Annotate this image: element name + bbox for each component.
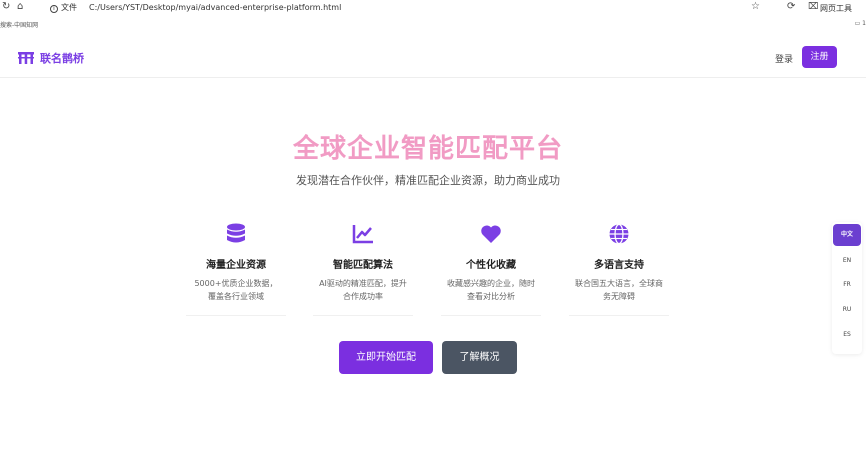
web-tools-menu[interactable]: 网页工具 (820, 3, 852, 14)
tools-icon[interactable]: ⌧ (808, 2, 818, 12)
reload-icon[interactable]: ↻ (2, 2, 10, 12)
register-button[interactable]: 注册 (802, 46, 837, 68)
language-switcher: 中文 EN FR RU ES (832, 222, 862, 354)
lang-option-fr[interactable]: FR (832, 281, 862, 288)
logo[interactable]: 联名鹊桥 (18, 50, 84, 66)
chart-line-icon (352, 225, 373, 244)
hero-subtitle: 发现潜在合作伙伴，精准匹配企业资源，助力商业成功 (296, 174, 560, 187)
start-matching-button[interactable]: 立即开始匹配 (339, 341, 433, 374)
lang-option-zh[interactable]: 中文 (833, 224, 861, 246)
feature-card: 智能匹配算法 AI驱动的精准匹配，提升合作成功率 (313, 222, 413, 316)
login-link[interactable]: 登录 (775, 52, 793, 65)
browser-toolbar: ↻ ⌂ i 文件 C:/Users/YST/Desktop/myai/advance… (0, 0, 866, 15)
feature-desc: 联合国五大语言，全球商务无障碍 (575, 279, 663, 301)
database-icon (227, 223, 245, 243)
feature-desc: 收藏感兴趣的企业，随时查看对比分析 (447, 279, 535, 301)
feature-title: 个性化收藏 (466, 260, 516, 271)
feature-list: 海量企业资源 5000+优质企业数据，覆盖各行业领域 智能匹配算法 AI驱动的精… (186, 222, 670, 318)
lang-option-ru[interactable]: RU (832, 306, 862, 313)
home-icon[interactable]: ⌂ (17, 2, 23, 12)
globe-icon (609, 223, 629, 245)
url-text[interactable]: C:/Users/YST/Desktop/myai/advanced-enter… (89, 3, 341, 12)
lang-option-es[interactable]: ES (832, 331, 862, 338)
bookmarks-bar: 搜索-中国知网 ▭ 1 (0, 16, 866, 30)
lang-option-en[interactable]: EN (832, 257, 862, 264)
address-bar[interactable]: i 文件 C:/Users/YST/Desktop/myai/advanced-en… (50, 3, 341, 13)
feature-card: 海量企业资源 5000+优质企业数据，覆盖各行业领域 (186, 222, 286, 316)
feature-title: 海量企业资源 (206, 260, 266, 271)
feature-title: 智能匹配算法 (333, 260, 393, 271)
file-label: 文件 (61, 3, 77, 12)
feature-card: 多语言支持 联合国五大语言，全球商务无障碍 (569, 222, 669, 316)
heart-icon (481, 225, 501, 243)
overview-button[interactable]: 了解概况 (442, 341, 517, 374)
extension-icon[interactable]: ⟳ (787, 2, 795, 12)
feature-card: 个性化收藏 收藏感兴趣的企业，随时查看对比分析 (441, 222, 541, 316)
bookmark-item[interactable]: 搜索-中国知网 (0, 20, 38, 29)
navbar: 联名鹊桥 登录 注册 (0, 36, 866, 78)
info-icon[interactable]: i (50, 5, 58, 13)
feature-desc: 5000+优质企业数据，覆盖各行业领域 (194, 279, 278, 301)
star-icon[interactable]: ☆ (751, 2, 760, 12)
folder-icon[interactable]: ▭ 1 (855, 20, 866, 27)
brand-name: 联名鹊桥 (40, 52, 84, 65)
feature-desc: AI驱动的精准匹配，提升合作成功率 (319, 279, 407, 301)
feature-title: 多语言支持 (594, 260, 644, 271)
hero-title: 全球企业智能匹配平台 (292, 134, 563, 164)
bridge-icon (18, 52, 34, 64)
